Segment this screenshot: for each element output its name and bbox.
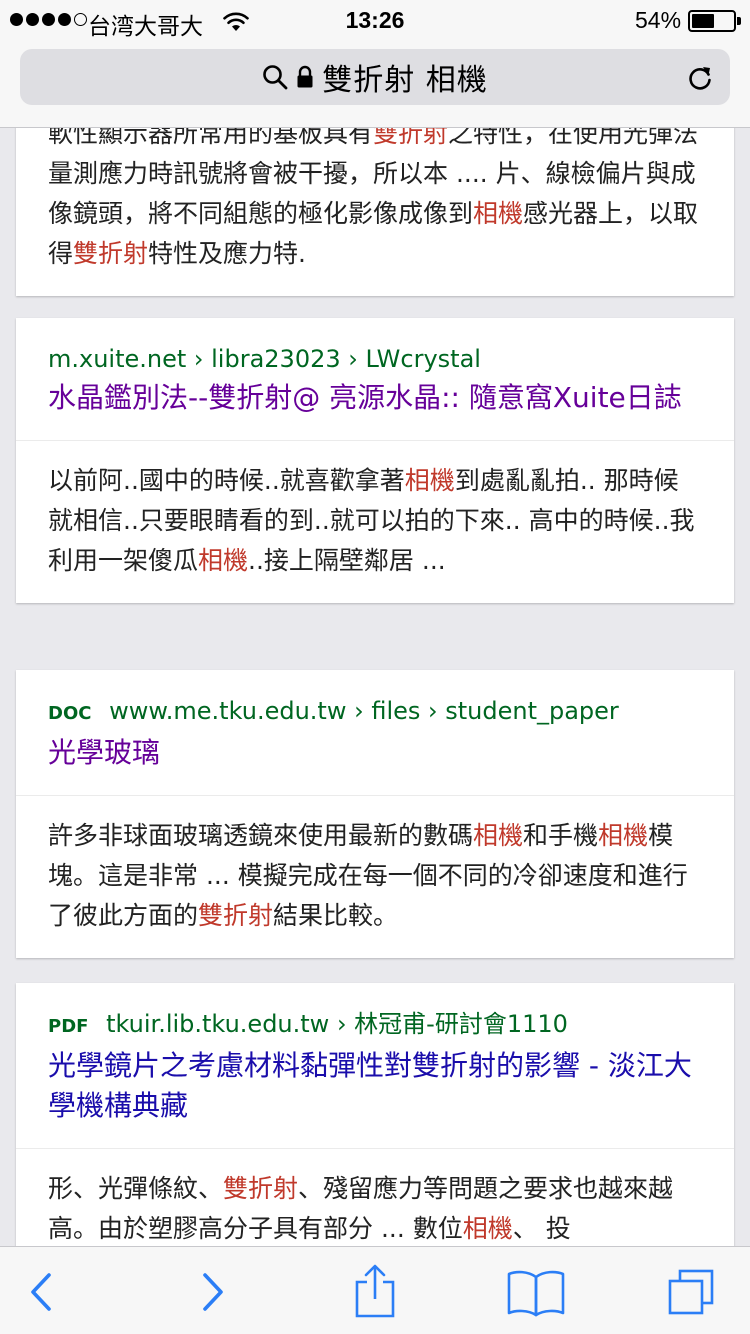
snippet-text: ..接上隔壁鄰居 ... [248, 546, 446, 575]
chevron-left-icon [31, 1273, 51, 1311]
tabs-icon [668, 1269, 714, 1315]
share-icon [355, 1264, 395, 1318]
result-header[interactable]: DOC www.me.tku.edu.tw › files › student_… [16, 670, 734, 796]
snippet-text: 特性及應力特. [148, 239, 306, 268]
highlighted-term: 相機 [598, 821, 649, 850]
result-url[interactable]: DOC www.me.tku.edu.tw › files › student_… [48, 694, 702, 731]
result-title[interactable]: 光學玻璃 [48, 733, 702, 773]
result-url[interactable]: PDF tkuir.lib.tku.edu.tw › 林冠甫-研討會1110 [48, 1007, 702, 1044]
highlighted-term: 雙折射 [198, 901, 274, 930]
snippet-text: 軟性顯示器所常用的基板具有 [48, 128, 374, 148]
search-icon [263, 65, 288, 90]
snippet-text: 、 投 [512, 1214, 571, 1243]
highlighted-term: 雙折射 [373, 128, 449, 148]
highlighted-term: 雙折射 [73, 239, 149, 268]
address-bar[interactable]: 雙折射 相機 [20, 49, 730, 105]
result-card: DOC www.me.tku.edu.tw › files › student_… [16, 670, 734, 958]
lock-icon [297, 65, 313, 88]
result-card: PDF tkuir.lib.tku.edu.tw › 林冠甫-研討會1110 光… [16, 983, 734, 1246]
status-bar: 台湾大哥大 13:26 54% [0, 0, 750, 42]
result-url-text[interactable]: tkuir.lib.tku.edu.tw › 林冠甫-研討會1110 [106, 1010, 568, 1038]
snippet-text: 結果比較。 [273, 901, 399, 930]
result-title[interactable]: 水晶鑑別法--雙折射@ 亮源水晶:: 隨意窩Xuite日誌 [48, 378, 702, 418]
result-url-text[interactable]: m.xuite.net › libra23023 › LWcrystal [48, 345, 481, 373]
result-card: 軟性顯示器所常用的基板具有雙折射之特性，在使用光彈法量測應力時訊號將會被干擾，所… [16, 128, 734, 296]
battery-level [692, 14, 714, 28]
bottom-toolbar [0, 1246, 750, 1334]
result-snippet: 形、光彈條紋、雙折射、殘留應力等問題之要求也越來越高。由於塑膠高分子具有部分 .… [16, 1149, 734, 1246]
tabs-button[interactable] [666, 1267, 716, 1317]
result-url[interactable]: m.xuite.net › libra23023 › LWcrystal [48, 342, 702, 376]
highlighted-term: 雙折射 [223, 1174, 299, 1203]
bookmarks-icon [507, 1270, 565, 1317]
result-snippet: 以前阿..國中的時候..就喜歡拿著相機到處亂亂拍.. 那時候就相信..只要眼睛看… [16, 441, 734, 603]
battery-icon [688, 10, 736, 32]
reload-icon[interactable] [686, 63, 714, 91]
result-card: m.xuite.net › libra23023 › LWcrystal 水晶鑑… [16, 318, 734, 603]
result-header[interactable]: m.xuite.net › libra23023 › LWcrystal 水晶鑑… [16, 318, 734, 441]
search-results: 軟性顯示器所常用的基板具有雙折射之特性，在使用光彈法量測應力時訊號將會被干擾，所… [0, 128, 750, 1246]
snippet-text: 許多非球面玻璃透鏡來使用最新的數碼 [48, 821, 474, 850]
highlighted-term: 相機 [462, 1214, 513, 1243]
share-button[interactable] [350, 1263, 400, 1319]
highlighted-term: 相機 [198, 546, 249, 575]
highlighted-term: 相機 [473, 821, 524, 850]
result-title[interactable]: 光學鏡片之考慮材料黏彈性對雙折射的影響 - 淡江大學機構典藏 [48, 1046, 702, 1126]
result-snippet: 許多非球面玻璃透鏡來使用最新的數碼相機和手機相機模塊。這是非常 ... 模擬完成… [16, 796, 734, 958]
result-url-text[interactable]: www.me.tku.edu.tw › files › student_pape… [109, 697, 619, 725]
snippet-text: 和手機 [523, 821, 599, 850]
result-snippet: 軟性顯示器所常用的基板具有雙折射之特性，在使用光彈法量測應力時訊號將會被干擾，所… [16, 128, 734, 296]
file-type-badge: DOC [48, 703, 92, 724]
back-button[interactable] [18, 1267, 68, 1317]
snippet-text: 以前阿..國中的時候..就喜歡拿著 [48, 466, 405, 495]
chevron-right-icon [203, 1273, 223, 1311]
highlighted-term: 相機 [404, 466, 455, 495]
address-bar-container: 雙折射 相機 [0, 42, 750, 128]
battery-percent: 54% [635, 7, 682, 33]
file-type-badge: PDF [48, 1016, 89, 1037]
address-query: 雙折射 相機 [322, 63, 488, 98]
highlighted-term: 相機 [473, 199, 524, 228]
battery-nub [737, 17, 741, 25]
result-header[interactable]: PDF tkuir.lib.tku.edu.tw › 林冠甫-研討會1110 光… [16, 983, 734, 1149]
snippet-text: 形、光彈條紋、 [48, 1174, 224, 1203]
forward-button[interactable] [186, 1267, 236, 1317]
address-bar-content[interactable]: 雙折射 相機 [20, 49, 670, 105]
bookmarks-button[interactable] [506, 1267, 566, 1317]
